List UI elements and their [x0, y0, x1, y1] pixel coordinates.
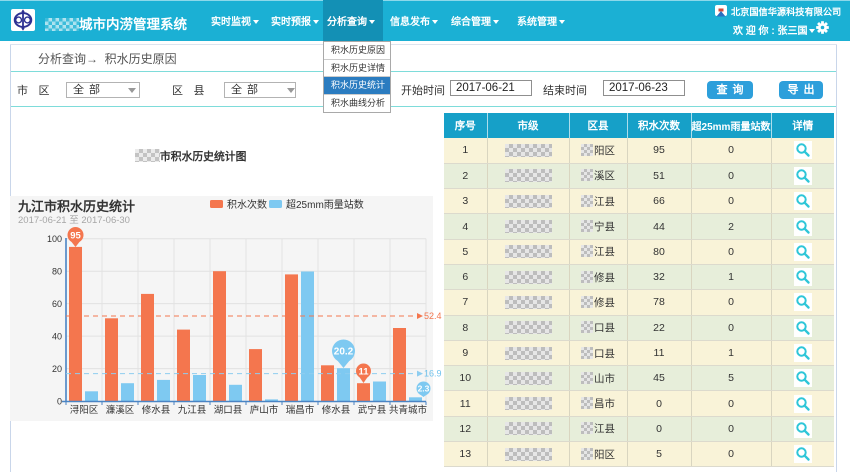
svg-text:九江县: 九江县 — [178, 404, 207, 416]
svg-text:九江市积水历史统计: 九江市积水历史统计 — [17, 199, 135, 214]
svg-text:超25mm雨量站数: 超25mm雨量站数 — [286, 198, 364, 211]
svg-text:积水次数: 积水次数 — [227, 198, 267, 211]
svg-text:2017-06-21 至 2017-06-30: 2017-06-21 至 2017-06-30 — [18, 215, 130, 226]
svg-text:100: 100 — [47, 234, 62, 244]
svg-text:修水县: 修水县 — [322, 404, 351, 416]
svg-text:2.3: 2.3 — [418, 384, 430, 394]
svg-text:80: 80 — [52, 267, 62, 277]
svg-text:武宁县: 武宁县 — [358, 404, 387, 416]
svg-text:11: 11 — [358, 366, 369, 377]
svg-text:16.9: 16.9 — [424, 369, 442, 379]
svg-text:浔阳区: 浔阳区 — [70, 405, 99, 416]
svg-text:20.2: 20.2 — [334, 347, 354, 358]
svg-text:40: 40 — [52, 332, 62, 342]
svg-text:修水县: 修水县 — [142, 404, 171, 416]
svg-text:95: 95 — [70, 230, 81, 241]
svg-text:52.4: 52.4 — [424, 311, 442, 321]
svg-text:庐山市: 庐山市 — [250, 404, 279, 416]
svg-text:60: 60 — [52, 299, 62, 309]
svg-text:共青城市: 共青城市 — [389, 404, 428, 416]
svg-text:濂溪区: 濂溪区 — [106, 404, 135, 416]
svg-text:0: 0 — [57, 397, 62, 407]
svg-text:瑞昌市: 瑞昌市 — [286, 404, 315, 416]
svg-text:20: 20 — [52, 364, 62, 374]
svg-text:湖口县: 湖口县 — [214, 405, 243, 416]
